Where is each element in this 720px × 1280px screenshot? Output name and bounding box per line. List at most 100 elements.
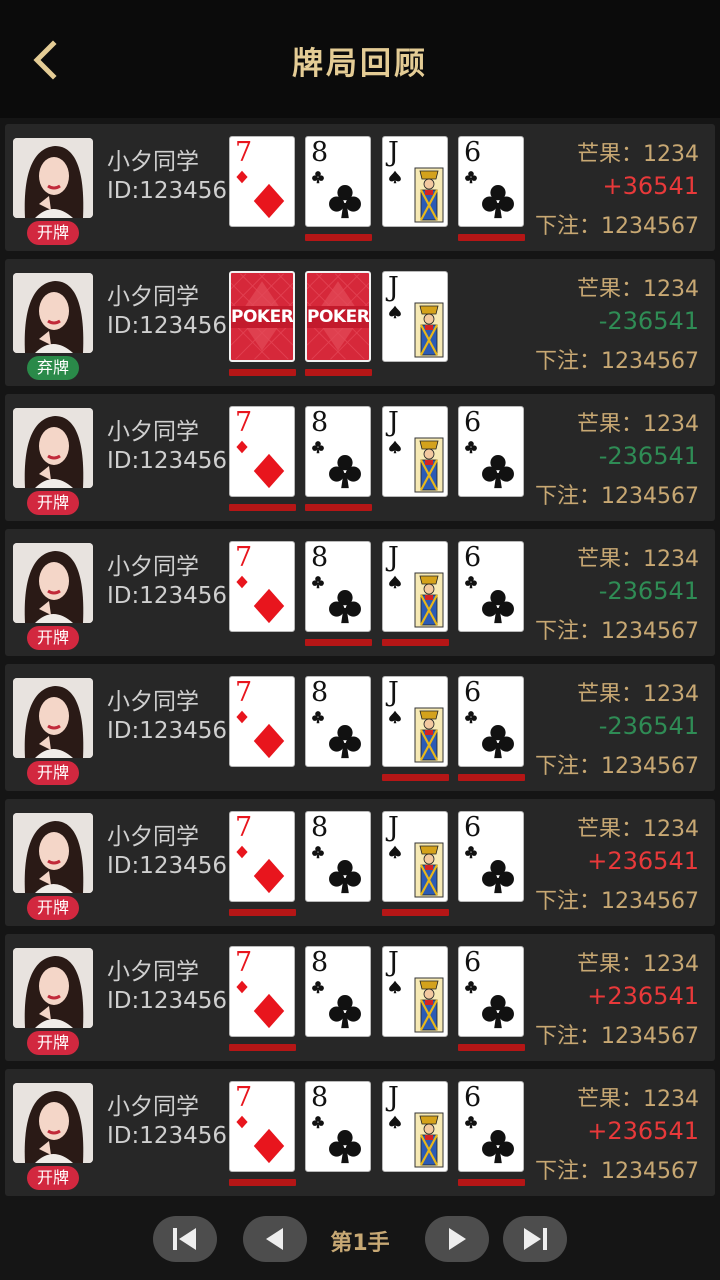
club-suit-icon xyxy=(329,185,361,219)
player-name: 小夕同学 xyxy=(107,959,199,985)
avatar[interactable] xyxy=(13,273,93,353)
player-id: ID:123456 xyxy=(107,313,228,339)
mango-value: 芒果：1234 xyxy=(577,277,699,302)
player-name: 小夕同学 xyxy=(107,689,199,715)
status-badge: 开牌 xyxy=(27,1166,79,1190)
playing-card: 6 xyxy=(458,541,524,632)
spade-pip-icon xyxy=(389,1115,401,1129)
card-rank: 7 xyxy=(235,542,253,573)
spade-pip-icon xyxy=(389,170,401,184)
card-rank: 6 xyxy=(464,677,482,708)
player-name: 小夕同学 xyxy=(107,419,199,445)
jack-figure-icon xyxy=(414,842,444,898)
bet-value: 下注：1234567 xyxy=(535,619,699,644)
jack-figure-icon xyxy=(414,167,444,223)
card-rank: J xyxy=(388,407,399,438)
status-badge: 开牌 xyxy=(27,896,79,920)
playing-card: J xyxy=(382,271,448,362)
avatar[interactable] xyxy=(13,543,93,623)
card-back: POKER xyxy=(305,271,371,362)
win-loss-value: +236541 xyxy=(587,1117,699,1145)
card-back: POKER xyxy=(229,271,295,362)
status-badge: 开牌 xyxy=(27,761,79,785)
player-row: 开牌 小夕同学 ID:123456 7 8 J 6 xyxy=(5,124,715,251)
club-suit-icon xyxy=(482,860,514,894)
player-id: ID:123456 xyxy=(107,853,228,879)
diamond-suit-icon xyxy=(253,588,285,624)
card-rank: J xyxy=(388,812,399,843)
avatar-photo xyxy=(13,273,93,353)
playing-card: J xyxy=(382,1081,448,1172)
first-hand-button[interactable] xyxy=(153,1216,217,1262)
playing-card: J xyxy=(382,676,448,767)
club-suit-icon xyxy=(482,1130,514,1164)
card-rank: 7 xyxy=(235,812,253,843)
avatar[interactable] xyxy=(13,678,93,758)
last-hand-button[interactable] xyxy=(503,1216,567,1262)
card-rank: 6 xyxy=(464,947,482,978)
avatar[interactable] xyxy=(13,948,93,1028)
previous-hand-button[interactable] xyxy=(243,1216,307,1262)
next-hand-button[interactable] xyxy=(425,1216,489,1262)
card-rank: 7 xyxy=(235,1082,253,1113)
avatar[interactable] xyxy=(13,138,93,218)
player-row: 开牌 小夕同学 ID:123456 7 8 J 6 xyxy=(5,664,715,791)
playing-card: 8 xyxy=(305,676,371,767)
card-rank: 6 xyxy=(464,137,482,168)
club-pip-icon xyxy=(312,846,324,859)
club-suit-icon xyxy=(482,590,514,624)
club-pip-icon xyxy=(312,711,324,724)
win-loss-value: +236541 xyxy=(587,982,699,1010)
spade-pip-icon xyxy=(389,710,401,724)
jack-figure-icon xyxy=(414,437,444,493)
last-icon xyxy=(524,1228,547,1250)
spade-pip-icon xyxy=(389,305,401,319)
mango-value: 芒果：1234 xyxy=(577,952,699,977)
card-rank: 8 xyxy=(311,1082,329,1113)
avatar[interactable] xyxy=(13,1083,93,1163)
diamond-suit-icon xyxy=(253,453,285,489)
club-pip-icon xyxy=(312,441,324,454)
diamond-pip-icon xyxy=(236,710,248,724)
card-highlight-bar xyxy=(382,639,449,646)
win-loss-value: -236541 xyxy=(598,442,699,470)
player-name: 小夕同学 xyxy=(107,554,199,580)
diamond-pip-icon xyxy=(236,980,248,994)
card-highlight-bar xyxy=(305,369,372,376)
card-rank: 7 xyxy=(235,137,253,168)
diamond-pip-icon xyxy=(236,440,248,454)
bet-value: 下注：1234567 xyxy=(535,1024,699,1049)
avatar[interactable] xyxy=(13,408,93,488)
playing-card: 8 xyxy=(305,1081,371,1172)
player-name: 小夕同学 xyxy=(107,284,199,310)
playing-card: J xyxy=(382,406,448,497)
diamond-suit-icon xyxy=(253,183,285,219)
avatar[interactable] xyxy=(13,813,93,893)
player-name: 小夕同学 xyxy=(107,149,199,175)
club-suit-icon xyxy=(329,455,361,489)
club-pip-icon xyxy=(465,711,477,724)
playing-card: 8 xyxy=(305,811,371,902)
player-row: 弃牌 小夕同学 ID:123456 POKER POKER J 芒果：1234 … xyxy=(5,259,715,386)
playing-card: 8 xyxy=(305,541,371,632)
mango-value: 芒果：1234 xyxy=(577,1087,699,1112)
player-row: 开牌 小夕同学 ID:123456 7 8 J 6 xyxy=(5,799,715,926)
avatar-photo xyxy=(13,1083,93,1163)
card-highlight-bar xyxy=(229,369,296,376)
playing-card: 7 xyxy=(229,136,295,227)
card-rank: 7 xyxy=(235,407,253,438)
player-name: 小夕同学 xyxy=(107,824,199,850)
card-rank: 6 xyxy=(464,1082,482,1113)
playing-card: 7 xyxy=(229,541,295,632)
card-highlight-bar xyxy=(458,234,525,241)
jack-figure-icon xyxy=(414,1112,444,1168)
avatar-photo xyxy=(13,408,93,488)
club-suit-icon xyxy=(482,725,514,759)
card-rank: 8 xyxy=(311,947,329,978)
playing-card: 6 xyxy=(458,946,524,1037)
diamond-suit-icon xyxy=(253,723,285,759)
playing-card: 7 xyxy=(229,676,295,767)
diamond-suit-icon xyxy=(253,858,285,894)
mango-value: 芒果：1234 xyxy=(577,682,699,707)
diamond-pip-icon xyxy=(236,575,248,589)
